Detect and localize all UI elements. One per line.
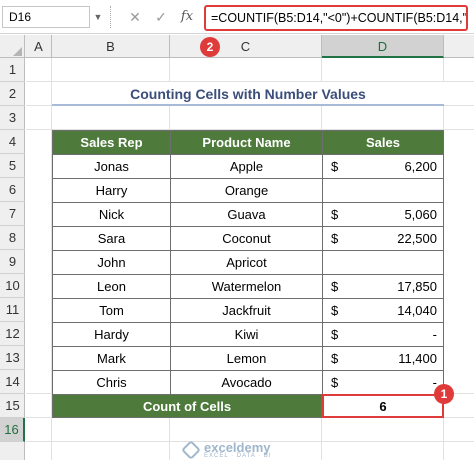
exceldemy-watermark: exceldemy EXCEL · DATA · BI <box>181 440 314 460</box>
table-row: Leon Watermelon $ 17,850 <box>52 274 445 299</box>
exceldemy-logo-icon <box>181 440 201 460</box>
formula-bar-separator <box>110 6 114 28</box>
table-row: Hardy Kiwi $ - <box>52 322 445 347</box>
table-row: John Apricot <box>52 250 445 275</box>
row-header[interactable]: 11 <box>0 298 25 322</box>
name-box[interactable]: D16 <box>2 6 90 28</box>
select-all-icon <box>13 47 22 56</box>
row-header[interactable]: 5 <box>0 154 25 178</box>
formula-input[interactable]: =COUNTIF(B5:D14,"<0")+COUNTIF(B5:D14,">0… <box>204 5 468 31</box>
formula-bar: D16 ▼ ✕ ✓ fx =COUNTIF(B5:D14,"<0")+COUNT… <box>0 0 474 34</box>
currency-cell[interactable] <box>322 250 354 275</box>
row-header[interactable]: 10 <box>0 274 25 298</box>
product-cell[interactable]: Orange <box>170 178 323 203</box>
row-header[interactable]: 1 <box>0 58 25 82</box>
table-row: Mark Lemon $ 11,400 <box>52 346 445 371</box>
sales-amount-cell[interactable]: 22,500 <box>353 226 445 251</box>
product-cell[interactable]: Lemon <box>170 346 323 371</box>
sales-rep-cell[interactable]: Hardy <box>52 322 171 347</box>
sales-amount-cell[interactable] <box>353 250 445 275</box>
product-cell[interactable]: Coconut <box>170 226 323 251</box>
sales-amount-cell[interactable]: 5,060 <box>353 202 445 227</box>
sales-rep-cell[interactable]: Chris <box>52 370 171 395</box>
sales-amount-cell[interactable] <box>353 178 445 203</box>
count-of-cells-label[interactable]: Count of Cells <box>52 394 322 418</box>
row-header[interactable]: 3 <box>0 106 25 130</box>
sales-table: Sales Rep Product Name Sales Jonas Apple… <box>52 130 445 395</box>
row-header[interactable]: 13 <box>0 346 25 370</box>
table-row: Tom Jackfruit $ 14,040 <box>52 298 445 323</box>
cancel-icon[interactable]: ✕ <box>124 6 146 28</box>
enter-icon[interactable]: ✓ <box>150 6 172 28</box>
row-header[interactable]: 2 <box>0 82 25 106</box>
currency-cell[interactable]: $ <box>322 274 354 299</box>
select-all-corner[interactable] <box>0 35 25 58</box>
name-box-dropdown-icon[interactable]: ▼ <box>92 8 104 26</box>
column-header-d[interactable]: D <box>322 35 444 58</box>
row-header[interactable]: 4 <box>0 130 25 154</box>
currency-cell[interactable]: $ <box>322 370 354 395</box>
product-cell[interactable]: Watermelon <box>170 274 323 299</box>
row-header[interactable]: 15 <box>0 394 25 418</box>
product-cell[interactable]: Apple <box>170 154 323 179</box>
product-cell[interactable]: Jackfruit <box>170 298 323 323</box>
sales-amount-cell[interactable]: 14,040 <box>353 298 445 323</box>
table-row: Chris Avocado $ - <box>52 370 445 395</box>
product-cell[interactable]: Kiwi <box>170 322 323 347</box>
sales-amount-cell[interactable]: 11,400 <box>353 346 445 371</box>
header-product-name[interactable]: Product Name <box>170 130 323 155</box>
product-cell[interactable]: Avocado <box>170 370 323 395</box>
row-header-selected[interactable]: 16 <box>0 418 25 442</box>
sales-rep-cell[interactable]: John <box>52 250 171 275</box>
sales-amount-cell[interactable]: 17,850 <box>353 274 445 299</box>
sales-rep-cell[interactable]: Tom <box>52 298 171 323</box>
row-header[interactable]: 9 <box>0 250 25 274</box>
header-sales[interactable]: Sales <box>322 130 444 155</box>
sales-rep-cell[interactable]: Harry <box>52 178 171 203</box>
table-row: Nick Guava $ 5,060 <box>52 202 445 227</box>
step-badge-1: 1 <box>434 384 454 404</box>
count-of-cells-value[interactable]: 6 <box>322 394 444 418</box>
column-header-a[interactable]: A <box>26 35 52 58</box>
row-headers: 1 2 3 4 5 6 7 8 9 10 11 12 13 14 15 16 <box>0 58 25 460</box>
sales-rep-cell[interactable]: Mark <box>52 346 171 371</box>
sales-rep-cell[interactable]: Leon <box>52 274 171 299</box>
column-headers: A B C D <box>0 35 474 58</box>
row-header[interactable]: 12 <box>0 322 25 346</box>
sales-rep-cell[interactable]: Nick <box>52 202 171 227</box>
header-sales-rep[interactable]: Sales Rep <box>52 130 171 155</box>
row-header[interactable]: 6 <box>0 178 25 202</box>
column-header-b[interactable]: B <box>52 35 170 58</box>
currency-cell[interactable]: $ <box>322 202 354 227</box>
currency-cell[interactable]: $ <box>322 298 354 323</box>
currency-cell[interactable]: $ <box>322 346 354 371</box>
row-header[interactable]: 14 <box>0 370 25 394</box>
step-badge-2: 2 <box>200 37 220 57</box>
sheet-title[interactable]: Counting Cells with Number Values <box>52 82 444 106</box>
sales-amount-cell[interactable]: - <box>353 322 445 347</box>
currency-cell[interactable]: $ <box>322 322 354 347</box>
table-row: Jonas Apple $ 6,200 <box>52 154 445 179</box>
sales-rep-cell[interactable]: Jonas <box>52 154 171 179</box>
table-row: Harry Orange <box>52 178 445 203</box>
watermark-tagline: EXCEL · DATA · BI <box>204 453 272 459</box>
worksheet-grid[interactable]: Counting Cells with Number Values Sales … <box>26 58 474 460</box>
table-row: Sara Coconut $ 22,500 <box>52 226 445 251</box>
product-cell[interactable]: Guava <box>170 202 323 227</box>
column-header-c[interactable]: C <box>170 35 322 58</box>
sales-rep-cell[interactable]: Sara <box>52 226 171 251</box>
row-header[interactable]: 7 <box>0 202 25 226</box>
insert-function-icon[interactable]: fx <box>176 6 198 28</box>
table-header-row: Sales Rep Product Name Sales <box>52 130 444 155</box>
sales-amount-cell[interactable]: 6,200 <box>353 154 445 179</box>
currency-cell[interactable]: $ <box>322 154 354 179</box>
currency-cell[interactable]: $ <box>322 226 354 251</box>
row-header[interactable]: 8 <box>0 226 25 250</box>
sales-amount-cell[interactable]: - <box>353 370 445 395</box>
currency-cell[interactable] <box>322 178 354 203</box>
product-cell[interactable]: Apricot <box>170 250 323 275</box>
